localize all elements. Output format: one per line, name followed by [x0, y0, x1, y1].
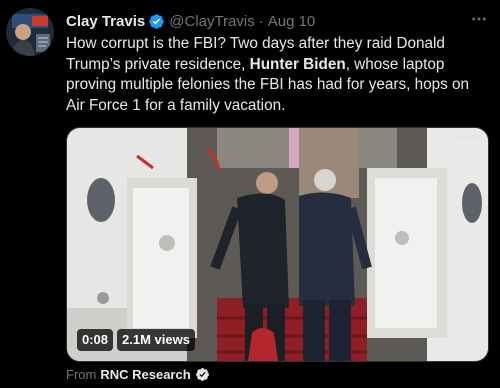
video-frame: [67, 128, 488, 361]
tweet-text-bold: Hunter Biden: [249, 55, 346, 73]
author-handle[interactable]: @ClayTravis: [169, 13, 255, 30]
video-watermark: Reuters: [453, 134, 478, 141]
author-name[interactable]: Clay Travis: [66, 13, 145, 30]
source-name[interactable]: RNC Research: [100, 367, 190, 382]
tweet-text: How corrupt is the FBI? Two days after t…: [66, 34, 486, 116]
video-player[interactable]: Reuters 0:08 2.1M views: [66, 127, 489, 362]
verified-badge-icon: [195, 368, 209, 381]
tweet-header: Clay Travis @ClayTravis · Aug 10: [66, 11, 488, 31]
more-horizontal-icon[interactable]: [468, 8, 490, 30]
video-duration: 0:08: [77, 329, 114, 351]
source-prefix: From: [66, 367, 97, 382]
video-badges: 0:08 2.1M views: [77, 329, 195, 351]
tweet[interactable]: Clay Travis @ClayTravis · Aug 10 How cor…: [0, 0, 500, 388]
media-source: From RNC Research: [66, 367, 210, 382]
video-view-count: 2.1M views: [117, 329, 195, 351]
tweet-timestamp[interactable]: Aug 10: [268, 13, 316, 30]
separator-dot: ·: [258, 12, 264, 30]
verified-badge-icon: [149, 13, 164, 29]
avatar[interactable]: [6, 8, 54, 56]
